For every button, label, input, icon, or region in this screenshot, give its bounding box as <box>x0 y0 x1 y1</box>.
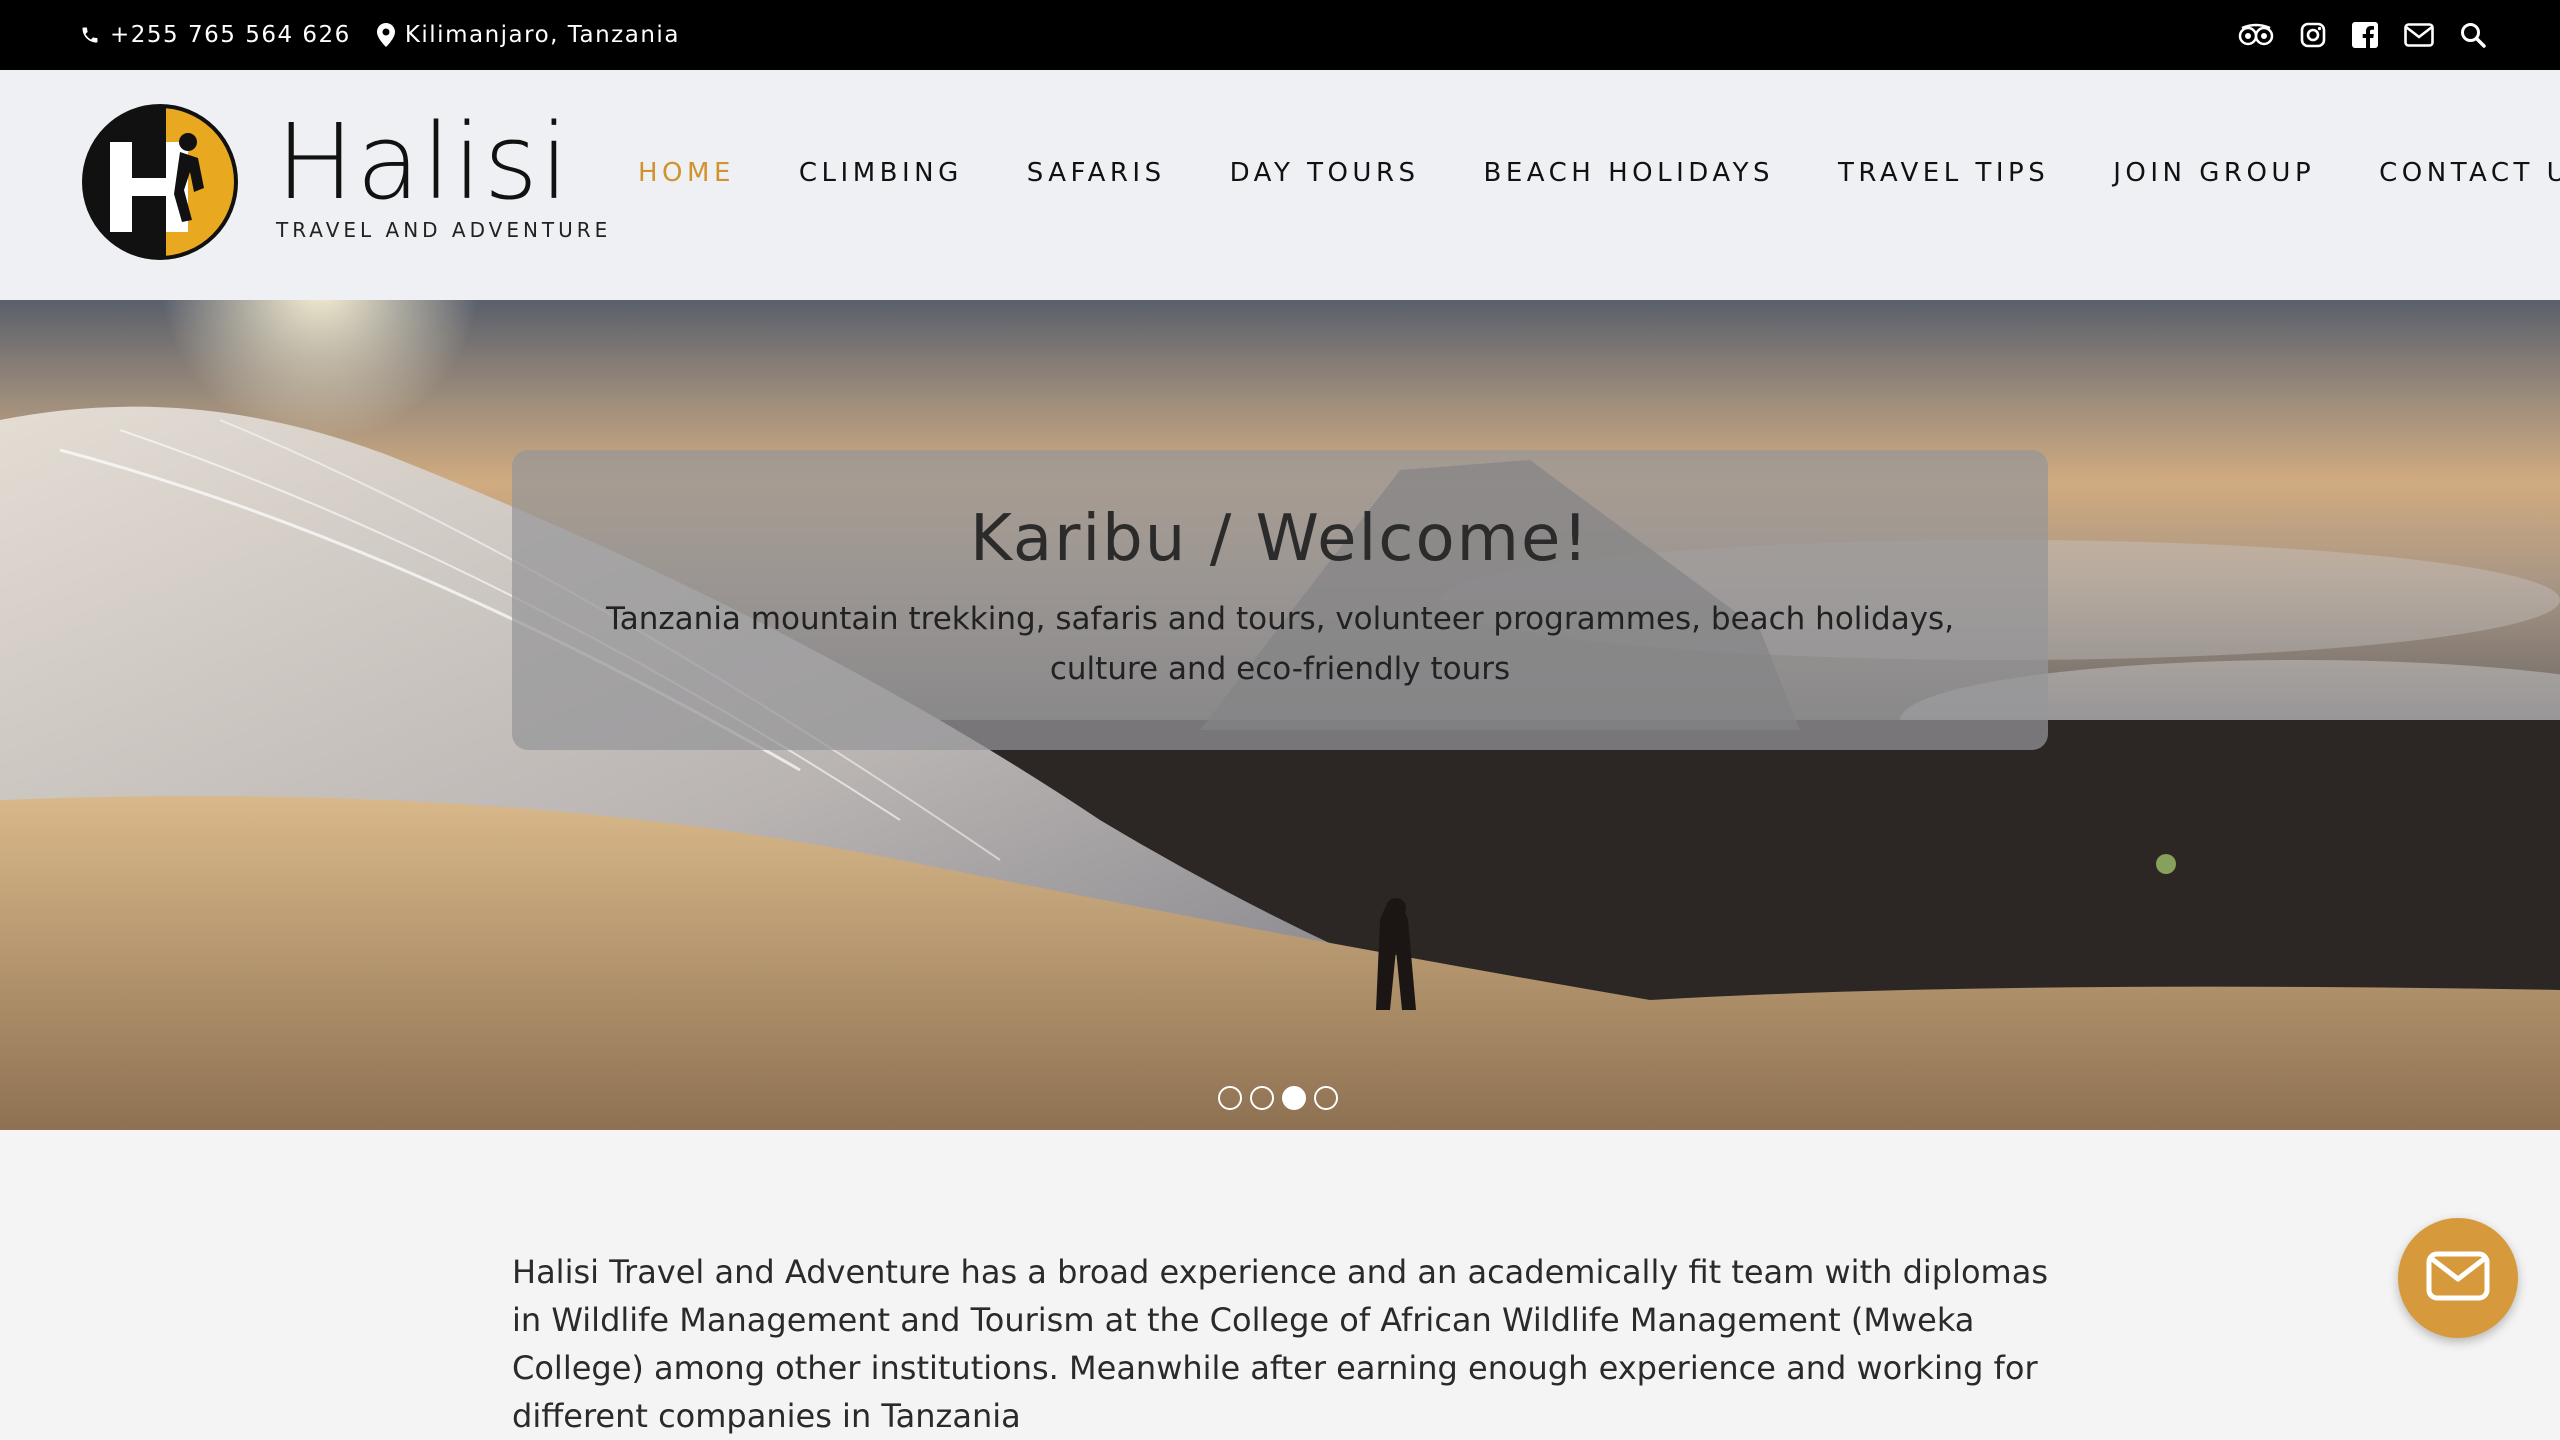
phone-icon <box>80 25 100 45</box>
slider-dot[interactable] <box>1218 1086 1242 1110</box>
social-icons <box>2238 22 2486 48</box>
location-item: Kilimanjaro, Tanzania <box>376 22 680 48</box>
facebook-icon[interactable] <box>2352 22 2378 48</box>
map-pin-icon <box>376 23 395 47</box>
intro-paragraph: Halisi Travel and Adventure has a broad … <box>512 1253 2048 1435</box>
nav-item-safaris[interactable]: SAFARIS <box>1027 158 1166 188</box>
nav-item-home[interactable]: HOME <box>638 158 735 188</box>
logo[interactable] <box>80 102 240 262</box>
nav-item-climbing[interactable]: CLIMBING <box>799 158 963 188</box>
slider-dot-active[interactable] <box>1282 1086 1306 1110</box>
main-nav: HOME CLIMBING SAFARIS DAY TOURS BEACH HO… <box>638 158 2560 188</box>
contact-info: +255 765 564 626 Kilimanjaro, Tanzania <box>80 22 680 48</box>
top-bar: +255 765 564 626 Kilimanjaro, Tanzania <box>0 0 2560 70</box>
tripadvisor-icon[interactable] <box>2238 23 2274 47</box>
envelope-icon <box>2426 1251 2490 1305</box>
brand-tagline: TRAVEL AND ADVENTURE <box>276 218 612 242</box>
hero-subtitle: Tanzania mountain trekking, safaris and … <box>605 601 1955 687</box>
nav-item-join-group[interactable]: JOIN GROUP <box>2113 158 2315 188</box>
phone-number: +255 765 564 626 <box>110 22 351 48</box>
slider-dot[interactable] <box>1250 1086 1274 1110</box>
nav-item-contact-us[interactable]: CONTACT US <box>2379 158 2560 188</box>
site-header: Halisi TRAVEL AND ADVENTURE HOME CLIMBIN… <box>0 70 2560 300</box>
welcome-box: Karibu / Welcome! Tanzania mountain trek… <box>512 450 2048 750</box>
phone-item[interactable]: +255 765 564 626 <box>80 22 351 48</box>
contact-mail-button[interactable] <box>2398 1218 2518 1338</box>
hero-slider[interactable]: Karibu / Welcome! Tanzania mountain trek… <box>0 300 2560 1130</box>
location-text: Kilimanjaro, Tanzania <box>404 22 680 48</box>
brand-name[interactable]: Halisi <box>276 110 571 214</box>
nav-item-travel-tips[interactable]: TRAVEL TIPS <box>1838 158 2049 188</box>
slider-dots <box>1218 1086 1338 1110</box>
search-icon[interactable] <box>2460 22 2486 48</box>
nav-item-day-tours[interactable]: DAY TOURS <box>1230 158 1420 188</box>
hero-title: Karibu / Welcome! <box>970 502 1590 576</box>
slider-dot[interactable] <box>1314 1086 1338 1110</box>
mail-icon[interactable] <box>2404 23 2434 47</box>
instagram-icon[interactable] <box>2300 22 2326 48</box>
nav-item-beach-holidays[interactable]: BEACH HOLIDAYS <box>1484 158 1774 188</box>
